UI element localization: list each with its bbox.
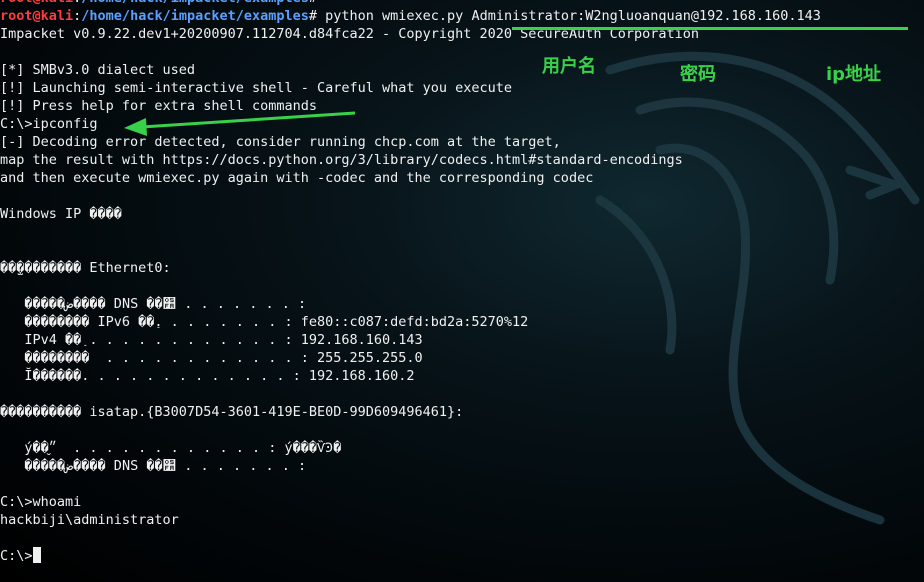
output-line: �����ض���� DNS ��׺ . . . . . . . : bbox=[0, 296, 307, 312]
command-text: python wmiexec.py Administrator:W2ngluoa… bbox=[317, 8, 821, 24]
output-line: IPv4 ��ַ . . . . . . . . . . . . : 192.1… bbox=[0, 332, 423, 348]
ipconfig-command: C:\>ipconfig bbox=[0, 116, 98, 132]
output-line: Ĭ������. . . . . . . . . . . . . : 192.1… bbox=[0, 368, 415, 384]
output-line: map the result with https://docs.python.… bbox=[0, 152, 683, 168]
output-line: ���������� isatap.{B3007D54-3601-419E-BE… bbox=[0, 404, 464, 420]
output-line: and then execute wmiexec.py again with -… bbox=[0, 170, 594, 186]
output-line: hackbiji\administrator bbox=[0, 512, 179, 528]
ip-annotation: ip地址 bbox=[826, 64, 882, 85]
username-annotation: 用户名 bbox=[542, 56, 596, 77]
output-line: Windows IP ���� bbox=[0, 206, 122, 222]
output-line: [*] SMBv3.0 dialect used bbox=[0, 62, 196, 78]
prompt-line-previous: root@kali:/home/hack/impacket/examples# bbox=[0, 0, 924, 7]
cursor bbox=[32, 547, 41, 563]
output-line: ��̫�������� Ethernet0: bbox=[0, 260, 171, 276]
command-line: root@kali:/home/hack/impacket/examples# … bbox=[0, 8, 821, 24]
whoami-command: C:\>whoami bbox=[0, 494, 82, 510]
current-prompt[interactable]: C:\> bbox=[0, 547, 924, 565]
output-line: �����ض���� DNS ��׺ . . . . . . . : bbox=[0, 458, 307, 474]
output-line: [!] Launching semi-interactive shell - C… bbox=[0, 80, 513, 96]
credential-underline bbox=[512, 27, 908, 30]
output-line: �������� . . . . . . . . . . . . : 255.2… bbox=[0, 350, 423, 366]
terminal-output: root@kali:/home/hack/impacket/examples# … bbox=[0, 0, 924, 565]
output-line: ý��״̬ . . . . . . . . . . . . : ý���ѶϿ� bbox=[0, 440, 342, 456]
output-line: �������� IPv6 ��ַ. . . . . . . . : fe80:… bbox=[0, 314, 529, 330]
password-annotation: 密码 bbox=[680, 64, 716, 85]
terminal-window[interactable]: root@kali:/home/hack/impacket/examples# … bbox=[0, 0, 924, 582]
output-line: [!] Press help for extra shell commands bbox=[0, 98, 317, 114]
output-line: [-] Decoding error detected, consider ru… bbox=[0, 134, 561, 150]
